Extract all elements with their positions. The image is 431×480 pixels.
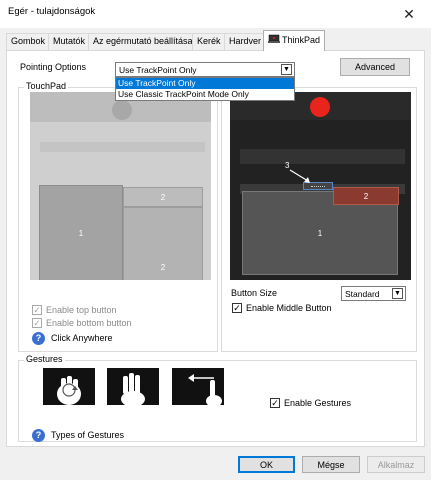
- tab-mutatok[interactable]: Mutatók: [48, 33, 91, 50]
- tab-label: ThinkPad: [282, 35, 321, 45]
- window-title: Egér - tulajdonságok: [8, 6, 96, 17]
- button-size-value: Standard: [345, 289, 380, 299]
- pointing-option[interactable]: Use TrackPoint Only: [116, 78, 294, 89]
- touchpad-group-label: TouchPad: [24, 81, 69, 91]
- types-of-gestures-link[interactable]: Types of Gestures: [51, 430, 124, 440]
- tab-gombok[interactable]: Gombok: [6, 33, 51, 50]
- close-icon: ✕: [403, 5, 415, 22]
- click-anywhere-link[interactable]: Click Anywhere: [51, 333, 113, 343]
- button-size-label: Button Size: [231, 288, 278, 298]
- help-icon[interactable]: ?: [32, 429, 45, 442]
- pointing-options-list: Use TrackPoint Only Use Classic TrackPoi…: [115, 77, 295, 101]
- tab-label: Mutatók: [53, 36, 86, 46]
- enable-middle-button-checkbox[interactable]: ✓: [232, 303, 242, 313]
- chevron-down-icon: ▼: [281, 64, 292, 75]
- enable-middle-button-label: Enable Middle Button: [246, 303, 332, 313]
- chevron-down-icon: ▼: [392, 288, 403, 299]
- enable-gestures-checkbox[interactable]: ✓: [270, 398, 280, 408]
- pointing-options-select[interactable]: Use TrackPoint Only ▼: [115, 62, 295, 77]
- tab-hardver[interactable]: Hardver: [224, 33, 267, 50]
- tab-label: Hardver: [229, 36, 262, 46]
- area-label: 2: [160, 192, 166, 202]
- cancel-button-label: Mégse: [317, 459, 345, 470]
- advanced-button-label: Advanced: [354, 62, 396, 72]
- pointing-options-label: Pointing Options: [20, 62, 87, 72]
- gesture-swipe-image: [172, 368, 224, 405]
- trackpoint-red-nub-icon: [310, 97, 330, 117]
- area-label: 1: [78, 228, 84, 238]
- area-label: 2: [363, 191, 369, 201]
- enable-top-button-label: Enable top button: [46, 305, 117, 315]
- check-icon: ✓: [33, 305, 41, 315]
- area-label: 2: [160, 263, 166, 272]
- touchpad-area-2-top: 2: [123, 187, 203, 207]
- enable-bottom-button-label: Enable bottom button: [46, 318, 132, 328]
- trackpoint-image: 2 1 2 3: [230, 92, 411, 280]
- advanced-button[interactable]: Advanced: [340, 58, 410, 76]
- enable-top-button-checkbox[interactable]: ✓: [32, 305, 42, 315]
- pointing-selected-value: Use TrackPoint Only: [119, 65, 197, 75]
- touchpad-image: 1 2 2: [30, 92, 211, 280]
- gesture-rotate-image: [43, 368, 95, 405]
- arrow-icon: [289, 169, 310, 183]
- help-icon[interactable]: ?: [32, 332, 45, 345]
- tab-egermutato[interactable]: Az egérmutató beállításai: [88, 33, 200, 50]
- touchpad-area-1: 1: [39, 185, 123, 280]
- trackpoint-area-2-overlay: 2: [333, 187, 399, 205]
- ok-button-label: OK: [259, 459, 273, 470]
- tab-kerek[interactable]: Kerék: [192, 33, 226, 50]
- apply-button-label: Alkalmaz: [377, 459, 415, 470]
- check-icon: ✓: [233, 303, 241, 313]
- tab-label: Kerék: [197, 36, 221, 46]
- trackpoint-nub-icon: [112, 100, 132, 120]
- close-button[interactable]: ✕: [387, 0, 431, 28]
- area-label: 1: [317, 228, 323, 238]
- check-icon: ✓: [271, 398, 279, 408]
- apply-button[interactable]: Alkalmaz: [367, 456, 425, 473]
- title-bar: Egér - tulajdonságok ✕: [0, 0, 431, 28]
- touchpad-area-2-bottom: 2: [123, 207, 203, 280]
- cancel-button[interactable]: Mégse: [302, 456, 360, 473]
- check-icon: ✓: [33, 318, 41, 328]
- pointing-option[interactable]: Use Classic TrackPoint Mode Only: [116, 89, 294, 100]
- thinkpad-icon: [268, 34, 280, 44]
- gestures-group-label: Gestures: [24, 354, 65, 364]
- tab-label: Gombok: [11, 36, 46, 46]
- tab-label: Az egérmutató beállításai: [93, 36, 195, 46]
- tab-thinkpad[interactable]: ThinkPad: [263, 30, 326, 51]
- gesture-three-finger-image: [107, 368, 159, 405]
- enable-bottom-button-checkbox[interactable]: ✓: [32, 318, 42, 328]
- button-size-select[interactable]: Standard ▼: [341, 286, 406, 301]
- ok-button[interactable]: OK: [238, 456, 295, 473]
- enable-gestures-label: Enable Gestures: [284, 398, 352, 408]
